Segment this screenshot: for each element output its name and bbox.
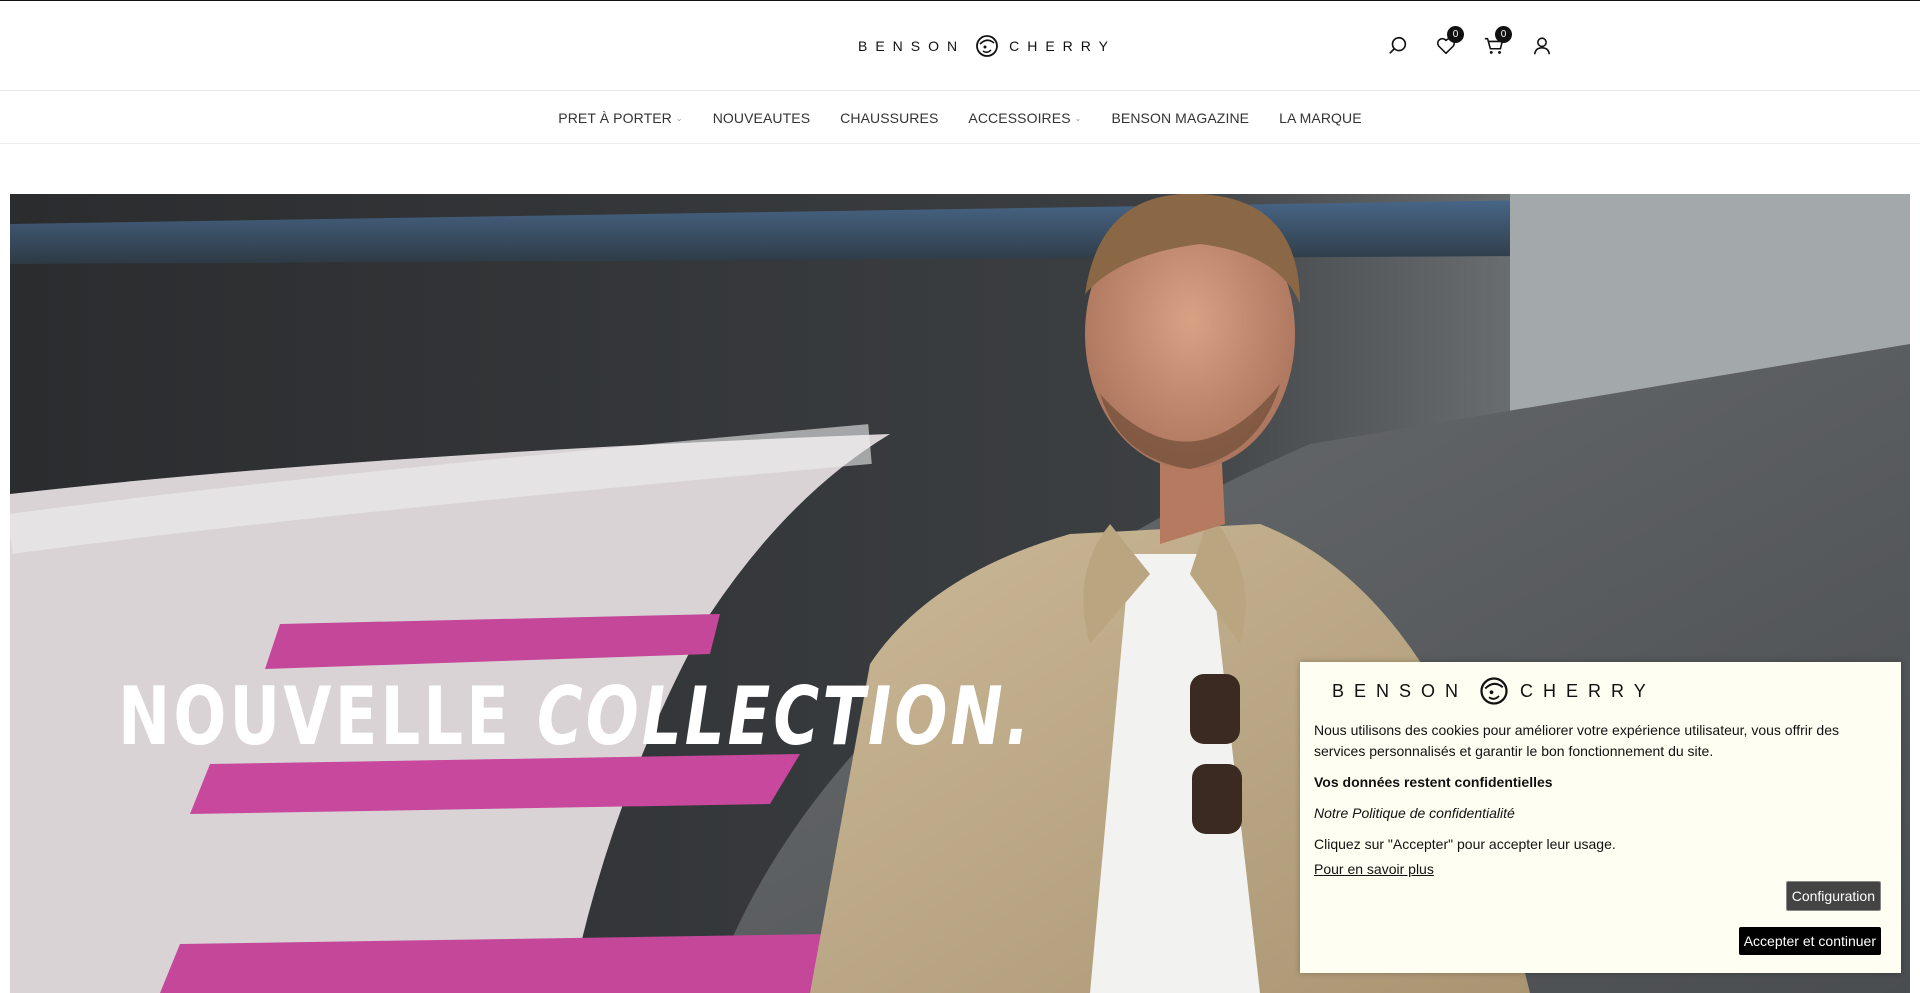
main-navigation: PRET À PORTER ⌄ NOUVEAUTES CHAUSSURES AC… — [0, 92, 1920, 144]
nav-item-label: PRET À PORTER — [558, 109, 672, 126]
nav-item-chaussures[interactable]: CHAUSSURES — [825, 110, 953, 126]
cookie-logo-word-left: BENSON — [1332, 680, 1469, 701]
cookie-privacy-policy-text: Notre Politique de confidentialité — [1314, 805, 1515, 821]
configuration-button[interactable]: Configuration — [1785, 881, 1881, 911]
site-header: BENSON CHERRY 0 0 — [0, 1, 1920, 91]
chevron-down-icon: ⌄ — [1074, 114, 1082, 123]
search-icon — [1389, 36, 1407, 54]
nav-item-label: LA MARQUE — [1279, 109, 1362, 126]
nav-item-label: BENSON MAGAZINE — [1111, 109, 1250, 126]
user-icon — [1533, 37, 1551, 55]
chevron-down-icon: ⌄ — [675, 114, 683, 123]
header-icons: 0 0 — [1374, 26, 1566, 59]
accept-and-continue-button[interactable]: Accepter et continuer — [1738, 927, 1881, 955]
logo-mascot-icon — [976, 35, 999, 57]
nav-item-accessoires[interactable]: ACCESSOIRES ⌄ — [953, 110, 1096, 126]
cookie-logo-word-right: CHERRY — [1520, 680, 1656, 701]
site-logo[interactable]: BENSON CHERRY — [858, 33, 1116, 59]
logo-mascot-icon — [1480, 677, 1508, 705]
wishlist-count-badge: 0 — [1447, 26, 1464, 43]
logo-word-right: CHERRY — [1009, 38, 1116, 54]
search-button[interactable] — [1374, 33, 1422, 59]
hero-title: NOUVELLE COLLECTION. — [118, 670, 1033, 763]
cookie-panel-logo: BENSON CHERRY — [1332, 676, 1887, 706]
cookie-confidential-heading: Vos données restent confidentielles — [1314, 774, 1553, 790]
nav-item-label: ACCESSOIRES — [968, 109, 1071, 126]
nav-item-nouveautes[interactable]: NOUVEAUTES — [698, 110, 825, 126]
logo-word-left: BENSON — [858, 38, 966, 54]
wishlist-button[interactable]: 0 — [1422, 26, 1470, 59]
nav-item-pret-a-porter[interactable]: PRET À PORTER ⌄ — [543, 110, 697, 126]
nav-item-la-marque[interactable]: LA MARQUE — [1264, 110, 1377, 126]
hero-title-plain: NOUVELLE — [118, 670, 512, 763]
learn-more-link[interactable]: Pour en savoir plus — [1314, 861, 1434, 877]
cookie-accept-hint: Cliquez sur "Accepter" pour accepter leu… — [1314, 836, 1616, 852]
hero-title-italic: COLLECTION. — [536, 670, 1033, 763]
cookie-consent-panel: BENSON CHERRY Nous utilisons des cookies… — [1300, 662, 1901, 973]
cookie-description: Nous utilisons des cookies pour améliore… — [1314, 722, 1839, 759]
nav-item-benson-magazine[interactable]: BENSON MAGAZINE — [1096, 110, 1264, 126]
cart-count-badge: 0 — [1495, 26, 1512, 43]
nav-item-label: NOUVEAUTES — [712, 109, 811, 126]
cart-button[interactable]: 0 — [1470, 26, 1518, 59]
account-button[interactable] — [1518, 33, 1566, 59]
nav-item-label: CHAUSSURES — [840, 109, 939, 126]
